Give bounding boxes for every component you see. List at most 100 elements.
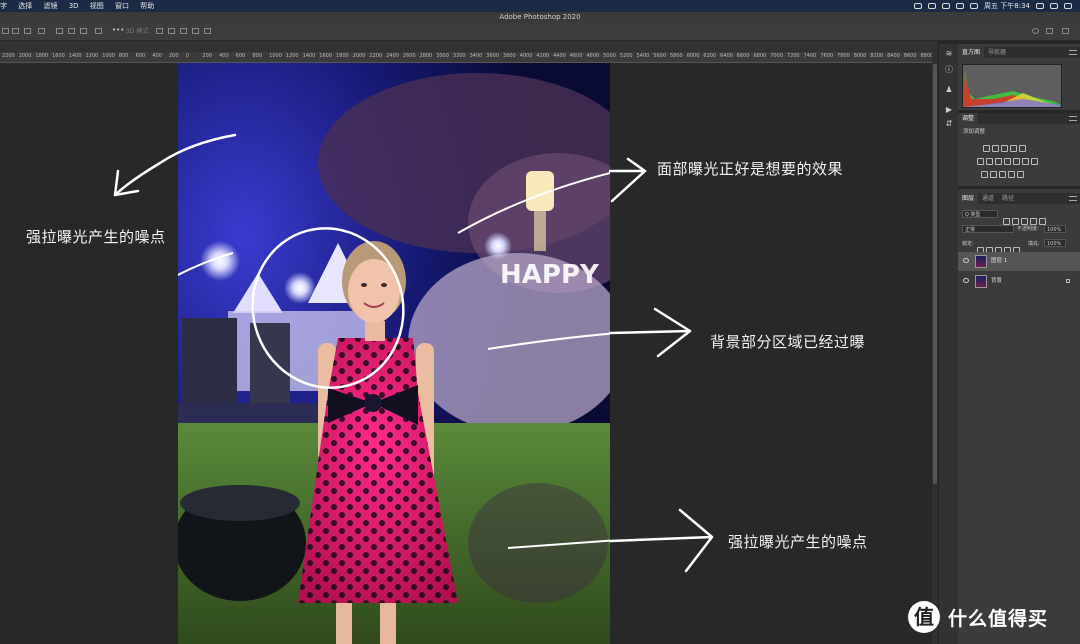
search-icon[interactable] [1032,28,1039,34]
wechat-icon[interactable] [914,3,923,9]
menu-help[interactable]: 帮助 [140,2,154,10]
ruler-tick: 6600 [736,53,750,59]
ruler-tick: 3400 [469,53,483,59]
distribute-space-icon[interactable] [95,28,102,34]
3d-roll-icon[interactable] [168,28,175,34]
filter-pixel-icon[interactable] [1003,218,1010,225]
watermark-logo: 值 [908,601,940,633]
align-left-icon[interactable] [2,28,9,34]
ruler-tick: 2600 [402,53,416,59]
visibility-eye-icon[interactable] [963,278,969,283]
ruler-tick: 7000 [770,53,783,59]
ruler-tick: 5400 [636,53,650,59]
document-tab-row [0,41,938,52]
menu-type[interactable]: 字 [0,2,7,10]
info-icon[interactable]: ⓘ [945,66,953,74]
ruler-tick: 5000 [603,53,616,59]
scrollbar-thumb[interactable] [933,64,937,484]
more-options-icon[interactable]: ••• [112,27,124,34]
play-action-icon[interactable]: ▶ [945,106,953,114]
canvas-area[interactable]: HAPPY 强拉曝光产生的噪点 面部曝光正好是想要的效果 背景部分区域已经过曝 … [0,63,932,644]
workspace-icon[interactable] [1046,28,1053,34]
blend-mode-select[interactable]: 正常 [962,225,1014,233]
ruler-tick: 600 [135,53,146,59]
layer-name: 背景 [991,278,1003,284]
3d-orbit-icon[interactable] [156,28,163,34]
3d-slide-icon[interactable] [192,28,199,34]
app-menu: 字 选择 滤镜 3D 视图 窗口 帮助 [0,0,163,12]
distribute-icon[interactable] [56,28,63,34]
distribute-h-icon[interactable] [80,28,87,34]
ruler-tick: 1800 [35,53,49,59]
ruler-tick: 600 [235,53,246,59]
tab-histogram[interactable]: 直方图 [958,47,985,58]
ruler-tick: 3000 [436,53,449,59]
histogram-graph [962,64,1062,108]
watermark: 值 什么值得买 [908,601,1048,633]
ruler-tick: 2200 [369,53,383,59]
grid-icon[interactable] [1031,158,1038,165]
horizontal-ruler[interactable]: 2200 2000 1800 1600 1400 1200 1000 800 600 400 200… [0,52,932,63]
ruler-tick: 1600 [319,53,333,59]
layer-thumbnail [975,255,987,268]
panel-menu-icon[interactable] [1069,50,1077,55]
selective-color-icon[interactable] [1017,171,1024,178]
invert-icon[interactable] [981,171,988,178]
battery-icon[interactable] [970,3,979,9]
posterize-icon[interactable] [990,171,997,178]
volume-icon[interactable] [942,3,951,9]
spotlight-icon[interactable] [1036,3,1044,9]
lock-label: 锁定: [962,241,974,247]
cloud-icon[interactable] [928,3,937,9]
filter-smart-icon[interactable] [1039,218,1046,225]
ruler-tick: 2400 [386,53,399,59]
siri-icon[interactable] [1050,3,1058,9]
ruler-tick: 6400 [720,53,733,59]
tab-paths[interactable]: 路径 [998,195,1018,202]
fill-input[interactable]: 100% [1044,239,1066,247]
menu-3d[interactable]: 3D [69,2,79,10]
panel-menu-icon[interactable] [1069,196,1077,201]
panel-menu-icon[interactable] [1069,116,1077,121]
tab-navigator[interactable]: 导航器 [984,49,1010,56]
3d-pan-icon[interactable] [180,28,187,34]
adjust-icon[interactable]: ⇵ [945,120,953,128]
filter-shape-icon[interactable] [1030,218,1037,225]
menu-view[interactable]: 视图 [90,2,104,10]
align-right-icon[interactable] [24,28,31,34]
opacity-input[interactable]: 100% [1044,225,1066,233]
filter-adjust-icon[interactable] [1012,218,1019,225]
ruler-tick: 3800 [503,53,516,59]
3d-scale-icon[interactable] [204,28,211,34]
ruler-tick: 7800 [837,53,850,59]
ruler-tick: 0 [185,53,189,59]
control-center-icon[interactable] [1064,3,1072,9]
ruler-tick: 8200 [870,53,884,59]
visibility-eye-icon[interactable] [963,258,969,263]
layer-row-background[interactable]: 背景 [958,272,1080,291]
menu-filter[interactable]: 滤镜 [43,2,57,10]
ruler-tick: 6800 [753,53,767,59]
tab-adjustments[interactable]: 调整 [958,113,979,124]
layer-kind-filter[interactable]: Q 类型 [962,210,998,218]
ruler-tick: 800 [118,53,129,59]
threshold-icon[interactable] [999,171,1006,178]
wifi-icon[interactable] [956,3,965,9]
ruler-tick: 400 [219,53,229,59]
tab-channels[interactable]: 通道 [978,195,998,202]
filter-type-icon[interactable] [1021,218,1028,225]
menu-window[interactable]: 窗口 [115,2,129,10]
gradient-map-icon[interactable] [1008,171,1015,178]
tab-layers[interactable]: 图层 [958,193,979,204]
ruler-tick: 4800 [586,53,600,59]
layer-row-layer1[interactable]: 图层 1 [958,252,1080,271]
properties-icon[interactable]: ♟ [945,86,953,94]
align-center-icon[interactable] [12,28,19,34]
share-icon[interactable] [1062,28,1069,34]
distribute-v-icon[interactable] [68,28,75,34]
align-top-icon[interactable] [38,28,45,34]
ruler-tick: 200 [202,53,212,59]
clock[interactable]: 周五 下午8:34 [984,0,1030,12]
menu-select[interactable]: 选择 [18,2,32,10]
histogram-icon[interactable]: ≋ [945,50,953,58]
